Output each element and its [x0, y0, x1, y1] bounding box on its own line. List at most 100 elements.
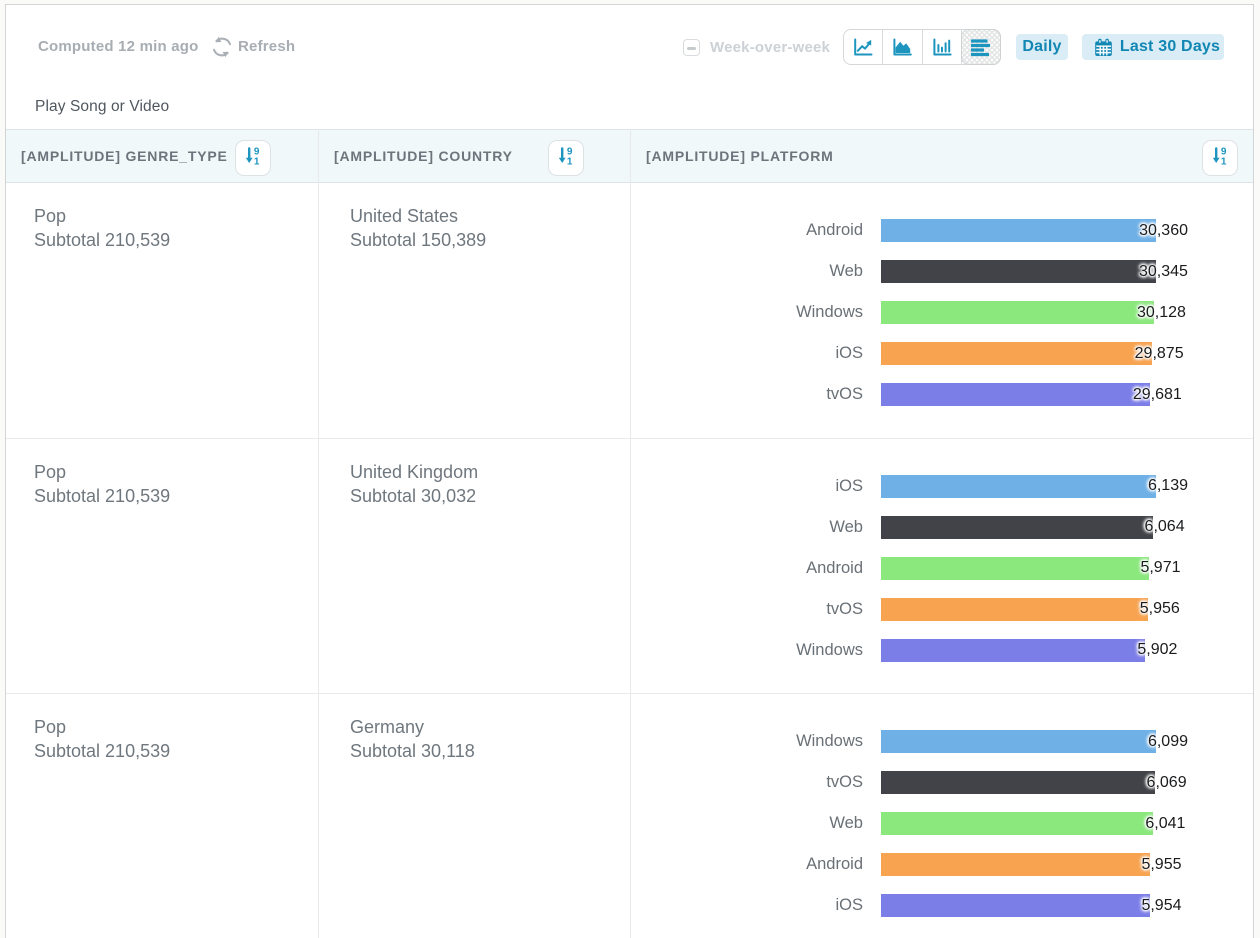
chart-type-line-button[interactable] — [844, 30, 883, 64]
chart-type-switcher — [843, 29, 1001, 65]
platform-bar[interactable]: 6,099 — [881, 730, 1156, 753]
platform-bar[interactable]: 5,955 — [881, 853, 1150, 876]
genre-value: Pop — [34, 715, 170, 739]
calendar-icon — [1086, 38, 1120, 57]
svg-text:1: 1 — [254, 156, 260, 166]
interval-button[interactable]: Daily — [1016, 34, 1068, 60]
platform-bar-label: Android — [646, 219, 863, 242]
platform-bar[interactable]: 6,139 — [881, 475, 1156, 498]
platform-bar[interactable]: 5,902 — [881, 639, 1145, 662]
sort-button-country[interactable]: 91 — [548, 140, 584, 176]
svg-text:1: 1 — [567, 156, 573, 166]
platform-bar-label: Web — [646, 516, 863, 539]
chart-type-area-button[interactable] — [883, 30, 922, 64]
platform-bar-value: 5,955 — [1141, 856, 1181, 874]
sort-button-platform[interactable]: 91 — [1202, 140, 1238, 176]
platform-bar-value: 5,902 — [1137, 641, 1177, 659]
platform-bar[interactable]: 29,875 — [881, 342, 1152, 365]
genre-value: Pop — [34, 460, 170, 484]
sort-button-genre-type[interactable]: 91 — [235, 140, 271, 176]
country-subtotal: Subtotal 150,389 — [350, 228, 486, 252]
date-range-label: Last 30 Days — [1120, 38, 1220, 56]
platform-bar[interactable]: 6,064 — [881, 516, 1153, 539]
analytics-panel-screen: Computed 12 min ago Refresh Week-over-we… — [0, 0, 1260, 938]
sort-descending-icon: 91 — [555, 145, 577, 172]
platform-bar-label: tvOS — [646, 383, 863, 406]
indeterminate-dash-icon — [687, 47, 696, 50]
interval-label: Daily — [1022, 38, 1061, 56]
refresh-icon — [210, 35, 234, 59]
week-over-week-checkbox[interactable] — [683, 39, 700, 56]
platform-bar-label: Web — [646, 260, 863, 283]
platform-bar-value: 6,139 — [1148, 477, 1188, 495]
chart-type-column-button[interactable] — [923, 30, 962, 64]
platform-bar-value: 29,681 — [1133, 386, 1182, 404]
platform-bar-value: 29,875 — [1135, 345, 1184, 363]
platform-bar[interactable]: 5,971 — [881, 557, 1149, 580]
platform-bar-label: Web — [646, 812, 863, 835]
platform-bar-value: 30,345 — [1139, 263, 1188, 281]
column-header-platform: [AMPLITUDE] PLATFORM — [646, 130, 834, 182]
refresh-label: Refresh — [238, 36, 295, 58]
sort-descending-icon: 91 — [242, 145, 264, 172]
horizontal-bar-chart-icon — [970, 37, 991, 58]
platform-bar-value: 6,099 — [1148, 733, 1188, 751]
country-value: United Kingdom — [350, 460, 478, 484]
platform-bar-value: 6,064 — [1145, 518, 1185, 536]
platform-bar-label: iOS — [646, 475, 863, 498]
column-chart-icon — [931, 36, 953, 58]
genre-cell: PopSubtotal 210,539 — [34, 460, 170, 508]
genre-value: Pop — [34, 204, 170, 228]
refresh-button[interactable]: Refresh — [210, 32, 295, 62]
table-row: PopSubtotal 210,539United StatesSubtotal… — [6, 183, 1253, 439]
platform-bar-label: Android — [646, 853, 863, 876]
area-chart-icon — [891, 36, 913, 58]
platform-bar-value: 5,956 — [1140, 600, 1180, 618]
platform-bar-value: 5,971 — [1140, 559, 1180, 577]
computed-timestamp: Computed 12 min ago — [38, 36, 198, 58]
date-range-button[interactable]: Last 30 Days — [1082, 34, 1224, 60]
platform-bar-label: iOS — [646, 894, 863, 917]
country-cell: United KingdomSubtotal 30,032 — [350, 460, 478, 508]
column-header-genre-type: [AMPLITUDE] GENRE_TYPE — [21, 130, 228, 182]
sort-descending-icon: 91 — [1209, 145, 1231, 172]
week-over-week-toggle[interactable]: Week-over-week — [683, 33, 830, 61]
platform-bar-label: tvOS — [646, 598, 863, 621]
platform-bar-value: 5,954 — [1141, 897, 1181, 915]
platform-bar[interactable]: 6,069 — [881, 771, 1155, 794]
country-subtotal: Subtotal 30,118 — [350, 739, 475, 763]
platform-bar-label: Android — [646, 557, 863, 580]
platform-bar[interactable]: 6,041 — [881, 812, 1153, 835]
event-title: Play Song or Video — [35, 98, 169, 116]
platform-bar[interactable]: 5,954 — [881, 894, 1150, 917]
table-row: PopSubtotal 210,539United KingdomSubtota… — [6, 439, 1253, 695]
chart-panel: Computed 12 min ago Refresh Week-over-we… — [5, 4, 1254, 938]
line-chart-icon — [852, 36, 874, 58]
country-cell: GermanySubtotal 30,118 — [350, 715, 475, 763]
platform-bar-label: tvOS — [646, 771, 863, 794]
chart-type-horizontal-bar-button[interactable] — [961, 29, 1001, 65]
platform-bar-label: Windows — [646, 639, 863, 662]
platform-bar-label: Windows — [646, 730, 863, 753]
platform-bar-label: Windows — [646, 301, 863, 324]
platform-bar-value: 6,069 — [1147, 774, 1187, 792]
platform-bar[interactable]: 30,345 — [881, 260, 1156, 283]
country-cell: United StatesSubtotal 150,389 — [350, 204, 486, 252]
week-over-week-label: Week-over-week — [710, 39, 830, 56]
platform-bar-value: 6,041 — [1145, 815, 1185, 833]
column-header-country: [AMPLITUDE] COUNTRY — [334, 130, 513, 182]
genre-cell: PopSubtotal 210,539 — [34, 715, 170, 763]
genre-subtotal: Subtotal 210,539 — [34, 228, 170, 252]
platform-bar-value: 30,128 — [1137, 304, 1186, 322]
genre-subtotal: Subtotal 210,539 — [34, 739, 170, 763]
genre-cell: PopSubtotal 210,539 — [34, 204, 170, 252]
platform-bar[interactable]: 5,956 — [881, 598, 1148, 621]
platform-bar[interactable]: 30,128 — [881, 301, 1154, 324]
table-row: PopSubtotal 210,539 GermanySubtotal 30,11… — [6, 694, 1253, 938]
platform-bar-value: 30,360 — [1139, 222, 1188, 240]
genre-subtotal: Subtotal 210,539 — [34, 484, 170, 508]
platform-bar[interactable]: 30,360 — [881, 219, 1156, 242]
platform-bar-label: iOS — [646, 342, 863, 365]
country-value: United States — [350, 204, 486, 228]
platform-bar[interactable]: 29,681 — [881, 383, 1150, 406]
